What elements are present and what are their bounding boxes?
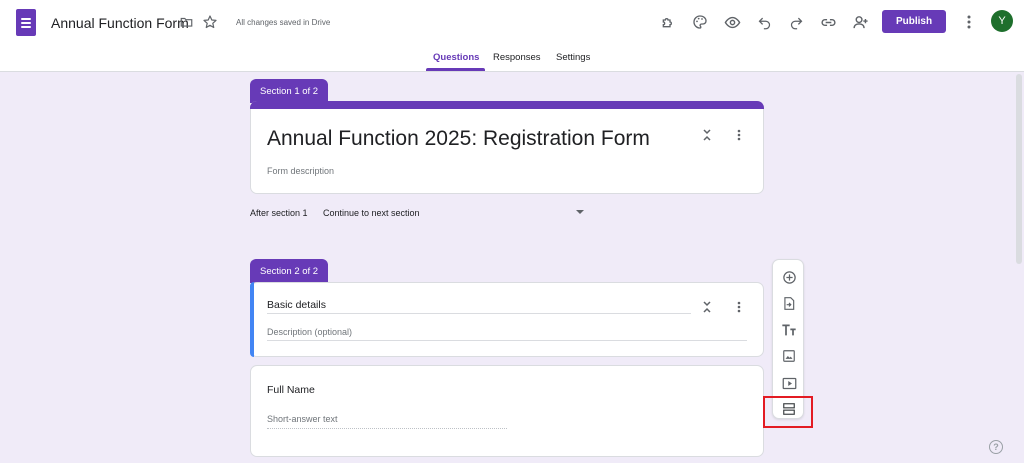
- title-underline: [267, 313, 691, 314]
- star-icon[interactable]: [202, 14, 218, 35]
- form-tabs: Questions Responses Settings: [0, 52, 1024, 72]
- add-title-icon[interactable]: [780, 321, 798, 339]
- card-top-bar: [250, 101, 764, 109]
- section-2-title-field[interactable]: Basic details: [267, 299, 326, 311]
- folder-icon[interactable]: [179, 15, 194, 34]
- floating-toolbar: [772, 259, 804, 419]
- page-scrollbar[interactable]: [1016, 74, 1022, 264]
- collapse-section-icon[interactable]: [700, 128, 714, 142]
- dropdown-caret-icon[interactable]: [576, 210, 584, 214]
- addons-icon[interactable]: [658, 12, 678, 32]
- section-2-tab: Section 2 of 2: [250, 259, 329, 283]
- question-card[interactable]: Full Name Short-answer text: [250, 365, 764, 457]
- undo-icon[interactable]: [754, 12, 774, 32]
- question-title[interactable]: Full Name: [267, 384, 315, 396]
- after-section-dropdown[interactable]: Continue to next section: [323, 208, 420, 218]
- add-section-highlight: [763, 396, 813, 428]
- form-title[interactable]: Annual Function Form: [51, 15, 189, 31]
- form-description-field[interactable]: Form description: [267, 166, 334, 176]
- forms-logo-icon[interactable]: [16, 9, 36, 36]
- section-1-header-card[interactable]: Annual Function 2025: Registration Form …: [250, 101, 764, 194]
- publish-button[interactable]: Publish: [882, 10, 946, 33]
- section-1-tab: Section 1 of 2: [250, 79, 329, 103]
- more-options-icon[interactable]: [959, 12, 979, 32]
- help-icon[interactable]: ?: [989, 440, 1003, 454]
- section-more-icon[interactable]: [732, 128, 746, 142]
- active-tab-indicator: [426, 68, 485, 71]
- active-card-accent: [250, 282, 254, 357]
- form-main-title[interactable]: Annual Function 2025: Registration Form: [267, 127, 650, 151]
- palette-icon[interactable]: [690, 12, 710, 32]
- short-answer-underline: [267, 428, 507, 429]
- redo-icon[interactable]: [786, 12, 806, 32]
- preview-eye-icon[interactable]: [722, 12, 742, 32]
- after-section-label: After section 1: [250, 208, 308, 218]
- import-questions-icon[interactable]: [780, 294, 798, 312]
- link-icon[interactable]: [818, 12, 838, 32]
- tab-questions[interactable]: Questions: [433, 52, 479, 63]
- add-question-icon[interactable]: [780, 268, 798, 286]
- section-more-icon[interactable]: [732, 300, 746, 314]
- collapse-section-icon[interactable]: [700, 300, 714, 314]
- tab-responses[interactable]: Responses: [493, 52, 541, 63]
- section-2-header-card[interactable]: Basic details Description (optional): [250, 282, 764, 357]
- section-2-description-field[interactable]: Description (optional): [267, 327, 352, 337]
- short-answer-placeholder: Short-answer text: [267, 414, 338, 424]
- add-image-icon[interactable]: [780, 347, 798, 365]
- tab-settings[interactable]: Settings: [556, 52, 590, 63]
- description-underline: [267, 340, 747, 341]
- top-header: Annual Function Form All changes saved i…: [0, 0, 1024, 72]
- add-video-icon[interactable]: [780, 374, 798, 392]
- add-collaborator-icon[interactable]: [850, 12, 870, 32]
- account-avatar[interactable]: Y: [991, 10, 1013, 32]
- save-status: All changes saved in Drive: [236, 18, 331, 27]
